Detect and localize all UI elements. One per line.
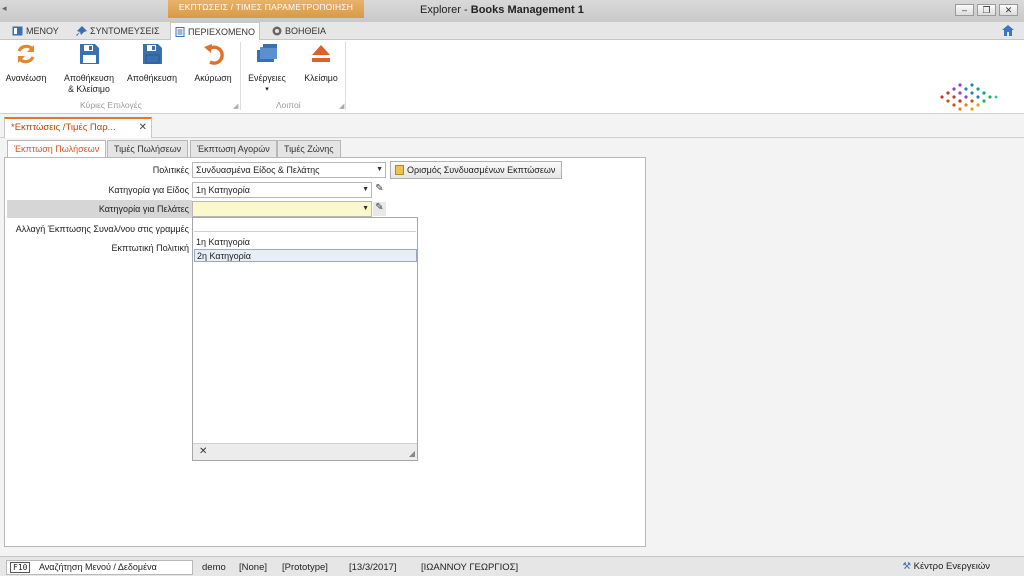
dropdown-filter-field[interactable] — [194, 219, 416, 232]
save-close-button[interactable]: Αποθήκευση & Κλείσιμο — [60, 42, 118, 95]
tab-shortcuts[interactable]: ΣΥΝΤΟΜΕΥΣΕΙΣ — [72, 22, 164, 40]
chevron-down-icon: ▼ — [362, 186, 369, 193]
actions-label: Ενέργειες — [248, 73, 286, 83]
undo-icon — [204, 44, 224, 65]
ribbon-group-separator — [240, 42, 241, 110]
status-date: [13/3/2017] — [349, 562, 397, 573]
save-close-icon — [80, 44, 99, 64]
group-launcher-icon[interactable]: ◢ — [339, 102, 344, 110]
refresh-icon — [17, 44, 35, 64]
menu-search-field[interactable]: F10 Αναζήτηση Μενού / Δεδομένα — [6, 560, 193, 575]
help-icon — [272, 26, 282, 36]
actions-button[interactable]: Ενέργειες ▾ — [244, 42, 290, 95]
status-user: demo — [202, 562, 226, 573]
cancel-button[interactable]: Ακύρωση — [190, 42, 236, 84]
policies-select[interactable]: Συνδυασμένα Είδος & Πελάτης ▼ — [192, 162, 386, 178]
chevron-down-icon: ▼ — [362, 205, 369, 212]
group-launcher-icon[interactable]: ◢ — [233, 102, 238, 110]
status-bar: F10 Αναζήτηση Μενού / Δεδομένα demo [Non… — [0, 556, 1024, 576]
ribbon-tab-bar: ΜΕΝΟΥ ΣΥΝΤΟΜΕΥΣΕΙΣ ΠΕΡΙΕΧΟΜΕΝΟ ΒΟΗΘΕΙΑ — [0, 22, 1024, 40]
item-category-value: 1η Κατηγορία — [196, 185, 250, 195]
status-mode: [Prototype] — [282, 562, 328, 573]
form-icon — [395, 165, 404, 175]
item-category-select[interactable]: 1η Κατηγορία ▼ — [192, 182, 372, 198]
tab-shortcuts-label: ΣΥΝΤΟΜΕΥΣΕΙΣ — [90, 26, 160, 36]
home-icon[interactable] — [1002, 25, 1014, 37]
combined-discounts-button[interactable]: Ορισμός Συνδυασμένων Εκπτώσεων — [390, 161, 562, 179]
save-close-label: Αποθήκευση — [64, 73, 114, 83]
edit-pencil-icon[interactable]: ✎ — [373, 183, 386, 197]
pin-icon — [76, 26, 87, 36]
edit-pencil-icon[interactable]: ✎ — [373, 202, 386, 216]
tab-menu-label: ΜΕΝΟΥ — [26, 26, 59, 36]
close-document-label: Κλείσιμο — [304, 73, 338, 83]
group-label-other: Λοιποί — [276, 100, 301, 110]
menu-book-icon — [12, 26, 23, 36]
save-close-label-2: & Κλείσιμο — [68, 84, 110, 94]
company-logo-icon — [940, 83, 998, 111]
tab-sales-prices[interactable]: Τιμές Πωλήσεων — [107, 140, 189, 158]
discount-policy-label: Εκπτωτική Πολιτική — [111, 243, 190, 253]
document-tab-bar: *Εκπτώσεις /Τιμές Παρ... ✕ — [0, 114, 1024, 138]
clear-selection-icon[interactable]: ✕ — [199, 446, 207, 457]
chevron-down-icon: ▼ — [376, 166, 383, 173]
action-center-label: Κέντρο Ενεργειών — [913, 561, 990, 572]
customer-category-select[interactable]: ▼ — [192, 201, 372, 217]
actions-icon — [257, 44, 277, 62]
wrench-icon: ⚒ — [902, 561, 911, 572]
policies-label: Πολιτικές — [152, 165, 189, 175]
window-title: Explorer - Books Management 1 — [420, 4, 584, 16]
customer-category-label: Κατηγορία για Πελάτες — [98, 204, 189, 214]
status-none: [None] — [239, 562, 267, 573]
tab-menu[interactable]: ΜΕΝΟΥ — [8, 22, 63, 40]
action-center-button[interactable]: ⚒ Κέντρο Ενεργειών — [902, 561, 990, 572]
tab-content-label: ΠΕΡΙΕΧΟΜΕΝΟ — [187, 26, 255, 37]
context-title: ΕΚΠΤΩΣΕΙΣ / ΤΙΜΕΣ ΠΑΡΑΜΕΤΡΟΠΟΙΗΣΗ — [168, 0, 364, 18]
cancel-label: Ακύρωση — [194, 73, 232, 83]
combined-discounts-label: Ορισμός Συνδυασμένων Εκπτώσεων — [407, 165, 556, 175]
dropdown-option-selected[interactable]: 2η Κατηγορία — [194, 249, 417, 262]
app-module: Books Management 1 — [470, 4, 584, 16]
change-discount-label: Αλλαγή Έκπτωσης Συναλ/νου στις γραμμές — [15, 224, 189, 234]
save-label: Αποθήκευση — [127, 73, 177, 83]
tab-help[interactable]: ΒΟΗΘΕΙΑ — [268, 22, 330, 40]
app-title-separator: - — [464, 4, 468, 16]
save-icon — [143, 44, 162, 64]
app-name: Explorer — [420, 4, 461, 16]
group-label-main: Κύριες Επιλογές — [80, 100, 142, 110]
save-button[interactable]: Αποθήκευση — [124, 42, 180, 84]
restore-button[interactable]: ❐ — [977, 4, 996, 16]
minimize-button[interactable]: – — [955, 4, 974, 16]
refresh-button[interactable]: Ανανέωση — [4, 42, 48, 84]
tab-content[interactable]: ΠΕΡΙΕΧΟΜΕΝΟ — [170, 22, 260, 40]
tab-zone-prices[interactable]: Τιμές Ζώνης — [277, 140, 341, 158]
document-icon — [175, 26, 185, 37]
refresh-label: Ανανέωση — [5, 73, 47, 83]
document-tab-label: *Εκπτώσεις /Τιμές Παρ... — [11, 122, 116, 133]
tab-purchase-discount[interactable]: Έκπτωση Αγορών — [190, 140, 277, 158]
policies-value: Συνδυασμένα Είδος & Πελάτης — [196, 165, 320, 175]
close-window-button[interactable]: ✕ — [999, 4, 1018, 16]
resize-grip-icon[interactable]: ◢ — [409, 449, 415, 458]
app-menu-icon[interactable]: ◂ — [2, 3, 12, 13]
f10-key-badge: F10 — [10, 562, 31, 573]
item-category-label: Κατηγορία για Είδος — [108, 185, 189, 195]
close-tab-icon[interactable]: ✕ — [139, 122, 147, 133]
close-document-button[interactable]: Κλείσιμο — [300, 42, 342, 84]
eject-icon — [312, 45, 330, 62]
menu-search-label: Αναζήτηση Μενού / Δεδομένα — [38, 562, 157, 572]
dropdown-arrow-icon: ▾ — [265, 86, 269, 93]
dropdown-footer: ✕ ◢ — [193, 443, 417, 460]
title-bar: ◂ ΕΚΠΤΩΣΕΙΣ / ΤΙΜΕΣ ΠΑΡΑΜΕΤΡΟΠΟΙΗΣΗ Expl… — [0, 0, 1024, 22]
ribbon-group-separator — [345, 42, 346, 110]
dropdown-option[interactable]: 1η Κατηγορία — [194, 236, 417, 249]
tab-help-label: ΒΟΗΘΕΙΑ — [285, 26, 327, 36]
ribbon: Ανανέωση Αποθήκευση & Κλείσιμο Αποθήκευσ… — [0, 40, 1024, 114]
status-user-name: [ΙΩΑΝΝΟΥ ΓΕΩΡΓΙΟΣ] — [421, 562, 519, 573]
category-dropdown-popup: 1η Κατηγορία 2η Κατηγορία ✕ ◢ — [192, 217, 418, 461]
document-tab[interactable]: *Εκπτώσεις /Τιμές Παρ... ✕ — [4, 117, 152, 138]
